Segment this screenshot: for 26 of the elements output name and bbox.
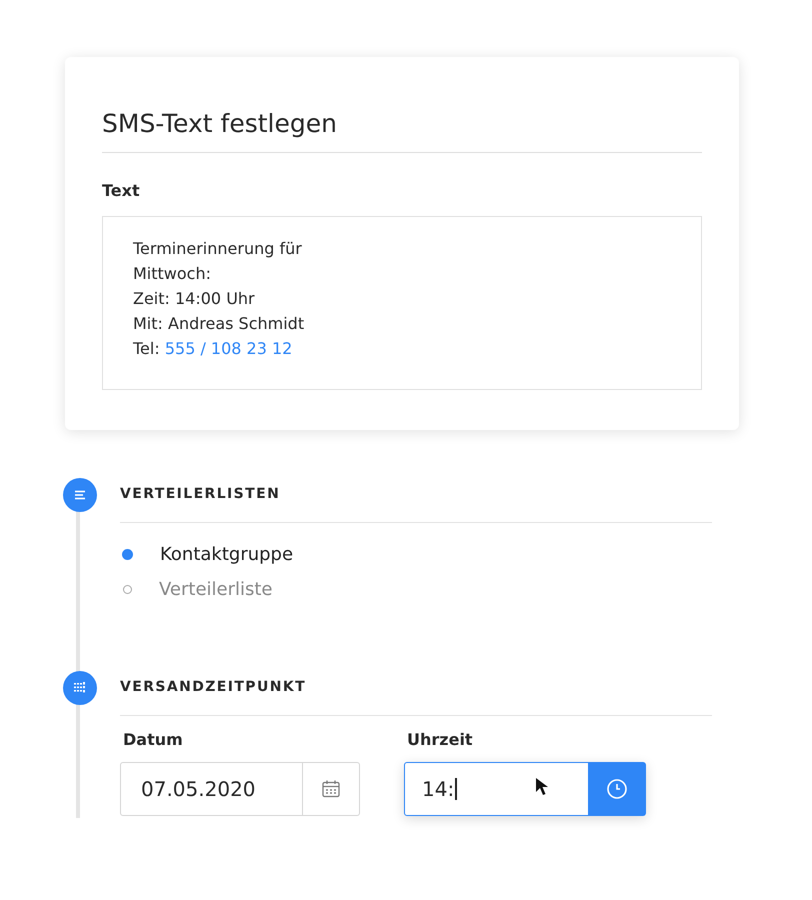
clock-button[interactable] (589, 762, 646, 816)
section-heading: VERSANDZEITPUNKT (120, 671, 712, 716)
radio-button[interactable] (123, 585, 132, 594)
message-text: Zeit: 14:00 Uhr (133, 289, 255, 308)
text-area[interactable]: Terminerinnerung für Mittwoch: Zeit: 14:00 Uhr Mit: Andreas Schmidt Tel: 555 / 108 23 12 (102, 216, 702, 390)
calendar-button[interactable] (303, 762, 360, 816)
clock-icon (606, 778, 628, 800)
field-label: Text (102, 181, 141, 200)
message-text: Tel: (133, 339, 161, 358)
message-text: Terminerinnerung für (133, 239, 302, 258)
list-icon (63, 478, 97, 512)
input-field[interactable]: 07.05.2020 (120, 762, 303, 816)
section-heading: VERTEILERLISTEN (120, 478, 712, 523)
field-label: Datum (123, 730, 184, 749)
dialog-title: SMS-Text festlegen (102, 109, 702, 153)
calendar-grid-icon (63, 671, 97, 705)
text-cursor-icon (455, 778, 457, 800)
message-text: Mittwoch: (133, 264, 211, 283)
calendar-icon (321, 779, 341, 799)
field-label: Uhrzeit (407, 730, 474, 749)
input-field[interactable]: 14: (404, 762, 589, 816)
message-text: Mit: Andreas Schmidt (133, 314, 304, 333)
option-label: Kontaktgruppe (160, 544, 294, 565)
option-label: Verteilerliste (159, 579, 273, 600)
radio-button[interactable] (122, 549, 133, 560)
phone-link[interactable]: 555 / 108 23 12 (164, 339, 292, 358)
